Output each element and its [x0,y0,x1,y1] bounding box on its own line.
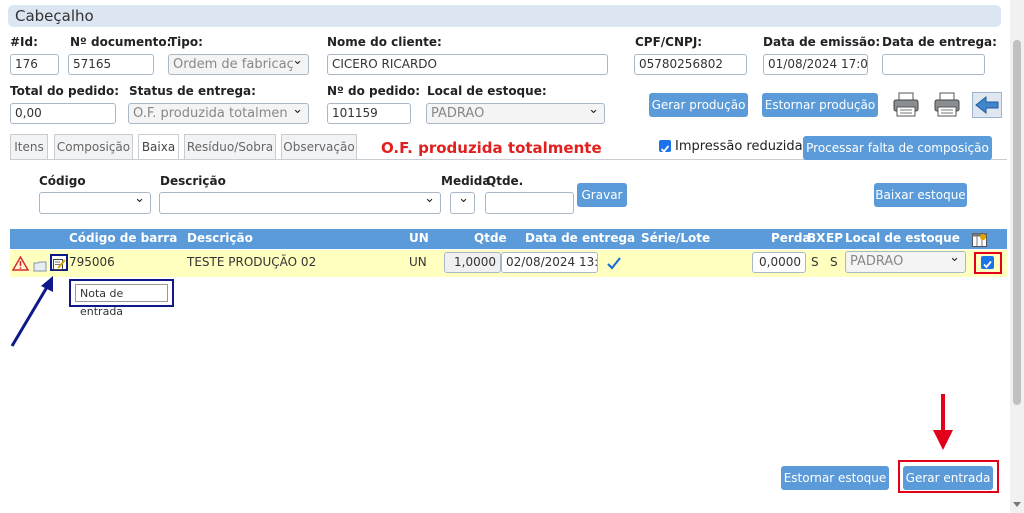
header-data-entrega: Data de entrega [525,231,636,245]
estornar-producao-button[interactable]: Estornar produção [762,93,878,117]
emissao-field[interactable]: 01/08/2024 17:0 [763,54,868,75]
row-select-checkbox[interactable] [981,256,994,269]
medida-filter-select[interactable] [450,192,475,214]
scrollbar-thumb[interactable] [1013,40,1021,405]
tipo-select[interactable]: Ordem de fabricaç [168,54,309,75]
tooltip-nota-entrada: Nota de entrada [75,284,168,318]
qtde-filter-input[interactable] [485,192,574,214]
header-serie-lote: Série/Lote [641,231,711,245]
impressao-checkbox[interactable] [659,140,671,153]
header-title: Cabeçalho [15,7,94,25]
descricao-filter-label: Descrição [160,174,226,188]
header-un: UN [409,231,429,245]
header-ep: EP [826,231,843,245]
tipo-label: Tipo: [169,35,203,49]
gerar-producao-button[interactable]: Gerar produção [649,93,748,117]
tab-composicao[interactable]: Composição [54,134,133,160]
status-select-value: O.F. produzida totalmen [133,106,288,121]
local-select-value: PADRAO [431,106,485,121]
row-codigo: 795006 [69,255,115,269]
printer-icon[interactable] [892,92,920,118]
annotation-arrow-blue-icon [8,272,58,350]
status-banner: O.F. produzida totalmente [381,139,602,157]
total-field[interactable]: 0,00 [10,103,116,124]
codigo-filter-label: Código [39,174,86,188]
id-label: #Id: [10,35,38,49]
total-label: Total do pedido: [10,84,120,98]
scrollbar[interactable] [1010,0,1024,513]
row-un: UN [409,255,427,269]
header-descricao: Descrição [187,231,253,245]
cliente-label: Nome do cliente: [327,35,442,49]
annotation-arrow-red-icon [931,394,955,452]
tooltip-highlight: Nota de entrada [69,279,174,318]
entrega-field[interactable] [882,54,985,75]
baixar-estoque-button[interactable]: Baixar estoque [874,183,967,207]
cpf-field[interactable]: 05780256802 [634,54,747,75]
estornar-estoque-button[interactable]: Estornar estoque [781,466,889,490]
gerar-entrada-button[interactable]: Gerar entrada [903,466,993,490]
row-qtde-field[interactable]: 1,0000 [444,252,501,273]
header-local: Local de estoque [845,231,960,245]
tab-residuo-sobra[interactable]: Resíduo/Sobra [184,134,276,160]
tab-itens[interactable]: Itens [10,134,48,160]
impressao-label: Impressão reduzida [675,139,803,154]
local-label: Local de estoque: [427,84,547,98]
row-data-entrega-field[interactable]: 02/08/2024 13: [501,252,598,273]
row-bx: S [811,255,819,269]
id-field[interactable]: 176 [10,54,59,75]
tab-observacao[interactable]: Observação [281,134,357,160]
row-local-value: PADRAO [850,254,904,269]
gravar-button[interactable]: Gravar [577,183,627,207]
entrega-label: Data de entrega: [882,35,997,49]
tipo-select-value: Ordem de fabricaç [173,57,294,72]
printer-reduced-icon[interactable] [933,92,961,118]
row-local-select[interactable]: PADRAO [845,251,966,273]
pedido-label: Nº do pedido: [327,84,421,98]
status-select[interactable]: O.F. produzida totalmen [128,103,309,124]
header-bar [8,5,1001,27]
cpf-label: CPF/CNPJ: [635,35,703,49]
processar-falta-button[interactable]: Processar falta de composição [803,136,992,160]
row-ep: S [830,255,838,269]
doc-label: Nº documento: [70,35,172,49]
scroll-down-icon[interactable] [1013,502,1021,507]
descricao-filter-select[interactable] [159,192,441,214]
row-perda-field[interactable]: 0,0000 [752,252,806,273]
status-label: Status de entrega: [129,84,256,98]
medida-filter-label: Medida [441,174,491,188]
column-config-icon[interactable] [972,232,987,247]
confirm-check-icon[interactable] [606,255,622,270]
codigo-filter-select[interactable] [39,192,151,214]
cliente-field[interactable]: CICERO RICARDO [327,54,608,75]
back-arrow-icon[interactable] [972,92,1002,118]
header-bx: BX [807,231,826,245]
header-qtde: Qtde [474,231,507,245]
warning-icon [11,255,30,271]
local-select[interactable]: PADRAO [426,103,605,124]
nota-entrada-icon[interactable] [50,254,68,271]
tab-baixa[interactable]: Baixa [138,134,179,160]
header-codigo-barra: Código de barra [69,231,178,245]
qtde-filter-label: Qtde. [486,174,524,188]
row-descricao: TESTE PRODUÇÃO 02 [187,255,317,269]
emissao-label: Data de emissão: [763,35,881,49]
header-perda: Perda [771,231,811,245]
folder-icon[interactable] [33,257,47,272]
pedido-field[interactable]: 101159 [327,103,411,124]
doc-field[interactable]: 57165 [68,54,154,75]
